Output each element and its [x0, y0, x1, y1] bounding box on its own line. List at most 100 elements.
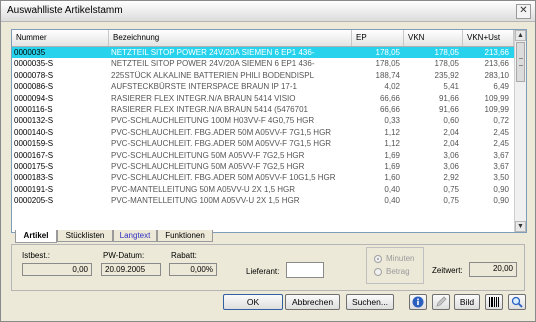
magnifier-icon	[511, 296, 523, 308]
cell-vkn-ust: 213,66	[484, 59, 509, 69]
tab-funktionen[interactable]: Funktionen	[157, 230, 213, 242]
column-header-nummer[interactable]: Nummer	[12, 30, 109, 46]
vertical-scrollbar[interactable]: ▲ ▼	[514, 30, 526, 232]
suchen-button[interactable]: Suchen...	[346, 294, 394, 310]
cell-ep: 178,05	[375, 59, 400, 69]
cell-vkn: 2,04	[443, 127, 459, 137]
column-header-vkn-ust[interactable]: VKN+Ust	[463, 30, 514, 46]
table-row[interactable]: 0000175-S PVC-SCHLAUCHLEITUNG 50M A05VV-F…	[12, 161, 514, 172]
cell-bezeichnung: PVC-MANTELLEITUNG 50M A05VV-U 2X 1,5 HGR	[111, 184, 296, 194]
cell-bezeichnung: AUFSTECKBÜRSTE INTERSPACE BRAUN IP 17-1	[111, 82, 297, 92]
close-icon[interactable]: ✕	[516, 4, 531, 19]
tab-stuecklisten[interactable]: Stücklisten	[57, 230, 113, 242]
cell-ep: 66,66	[379, 104, 400, 114]
cell-bezeichnung: PVC-MANTELLEITUNG 100M A05VV-U 2X 1,5 HG…	[111, 196, 300, 206]
table-row[interactable]: 0000035-S NETZTEIL SITOP POWER 24V/20A SI…	[12, 58, 514, 69]
table-row[interactable]: 0000132-S PVC-SCHLAUCHLEITUNG 100M H03VV-…	[12, 115, 514, 126]
cell-vkn-ust: 109,99	[484, 93, 509, 103]
info-button[interactable]	[409, 294, 427, 310]
cell-nummer: 0000094-S	[14, 93, 54, 103]
info-icon	[412, 296, 424, 308]
tab-artikel[interactable]: Artikel	[15, 230, 57, 243]
table-row[interactable]: 0000205-S PVC-MANTELLEITUNG 100M A05VV-U …	[12, 195, 514, 206]
cell-nummer: 0000140-S	[14, 127, 54, 137]
cell-vkn-ust: 2,45	[493, 127, 509, 137]
cell-vkn: 3,06	[443, 161, 459, 171]
zeitart-group	[366, 247, 424, 284]
cell-nummer: 0000205-S	[14, 196, 54, 206]
tab-langtext[interactable]: Langtext	[113, 230, 157, 242]
table-row[interactable]: 0000094-S RASIERER FLEX INTEGR.N/A BRAUN …	[12, 93, 514, 104]
cell-nummer: 0000191-S	[14, 184, 54, 194]
cell-vkn: 2,04	[443, 139, 459, 149]
cell-nummer: 0000175-S	[14, 161, 54, 171]
table-row[interactable]: 0000116-S RASIERER FLEX INTEGR.N/A BRAUN …	[12, 104, 514, 115]
lieferant-label: Lieferant:	[246, 267, 280, 276]
table-header: Nummer Bezeichnung EP VKN VKN+Ust	[12, 30, 514, 47]
cell-vkn-ust: 213,66	[484, 48, 509, 57]
radio-minuten-label: Minuten	[386, 254, 415, 263]
table-row[interactable]: 0000078-S 225STÜCK ALKALINE BATTERIEN PHI…	[12, 70, 514, 81]
zeitwert-label: Zeitwert:	[432, 266, 463, 275]
details-panel: Istbest.: 0,00 PW-Datum: 20.09.2005 Raba…	[11, 244, 525, 291]
table-row[interactable]: 0000191-S PVC-MANTELLEITUNG 50M A05VV-U 2…	[12, 184, 514, 195]
cell-ep: 1,12	[384, 127, 400, 137]
table-row[interactable]: 0000167-S PVC-SCHLAUCHLEITUNG 50M A05VV-F…	[12, 150, 514, 161]
window-title: Auswahlliste Artikelstamm	[7, 5, 123, 16]
cell-nummer: 0000078-S	[14, 70, 54, 80]
rabatt-field: 0,00%	[169, 263, 217, 276]
column-header-ep[interactable]: EP	[352, 30, 404, 46]
cell-vkn: 0,75	[443, 184, 459, 194]
scroll-thumb[interactable]	[516, 42, 525, 82]
scroll-up-icon[interactable]: ▲	[515, 30, 526, 41]
article-list-window: Auswahlliste Artikelstamm ✕ Nummer Bezei…	[0, 0, 536, 322]
cell-bezeichnung: PVC-SCHLAUCHLEITUNG 50M A05VV-F 7G2,5 HG…	[111, 161, 305, 171]
cell-ep: 0,40	[384, 184, 400, 194]
table-row[interactable]: 0000035 NETZTEIL SITOP POWER 24V/20A SIEM…	[12, 47, 514, 59]
cell-vkn: 235,92	[434, 70, 459, 80]
cell-bezeichnung: NETZTEIL SITOP POWER 24V/20A SIEMEN 6 EP…	[111, 59, 315, 69]
table-row[interactable]: 0000086-S AUFSTECKBÜRSTE INTERSPACE BRAUN…	[12, 81, 514, 92]
article-table[interactable]: Nummer Bezeichnung EP VKN VKN+Ust 000003…	[11, 29, 527, 233]
cell-bezeichnung: PVC-SCHLAUCHLEITUNG 100M H03VV-F 4G0,75 …	[111, 116, 315, 126]
search-button[interactable]	[508, 294, 526, 310]
cell-bezeichnung: RASIERER FLEX INTEGR.N/A BRAUN 5414 VISI…	[111, 93, 296, 103]
zeitwert-field: 20,00	[469, 262, 517, 277]
radio-betrag[interactable]	[374, 268, 382, 276]
ok-button[interactable]: OK	[223, 294, 283, 310]
cell-ep: 178,05	[375, 48, 400, 57]
cell-vkn-ust: 0,72	[493, 116, 509, 126]
cell-bezeichnung: PVC-SCHLAUCHLEIT. FBG.ADER 50M A05VV-F 7…	[111, 139, 332, 149]
cell-vkn-ust: 3,50	[493, 173, 509, 183]
scroll-down-icon[interactable]: ▼	[515, 221, 526, 232]
radio-minuten[interactable]	[374, 255, 382, 263]
rabatt-label: Rabatt:	[171, 251, 197, 260]
cell-vkn: 0,60	[443, 116, 459, 126]
cell-vkn: 91,66	[438, 104, 459, 114]
abbrechen-button[interactable]: Abbrechen	[285, 294, 340, 310]
cell-vkn: 178,05	[434, 59, 459, 69]
table-row[interactable]: 0000140-S PVC-SCHLAUCHLEIT. FBG.ADER 50M …	[12, 127, 514, 138]
disabled-action-button[interactable]	[432, 294, 450, 310]
cell-nummer: 0000167-S	[14, 150, 54, 160]
cell-bezeichnung: PVC-SCHLAUCHLEIT. FBG.ADER 50M A05VV-F 1…	[111, 173, 336, 183]
cell-bezeichnung: 225STÜCK ALKALINE BATTERIEN PHILI BODEND…	[111, 70, 315, 80]
table-row[interactable]: 0000159-S PVC-SCHLAUCHLEIT. FBG.ADER 50M …	[12, 138, 514, 149]
column-header-bezeichnung[interactable]: Bezeichnung	[109, 30, 352, 46]
istbest-field: 0,00	[22, 263, 92, 276]
cell-ep: 1,12	[384, 139, 400, 149]
column-header-vkn[interactable]: VKN	[404, 30, 463, 46]
cell-ep: 66,66	[379, 93, 400, 103]
cell-nummer: 0000035	[14, 48, 46, 57]
cell-ep: 1,60	[384, 173, 400, 183]
cell-vkn-ust: 283,10	[484, 70, 509, 80]
cell-nummer: 0000116-S	[14, 104, 53, 114]
cell-vkn: 3,06	[443, 150, 459, 160]
cell-vkn: 5,41	[443, 82, 459, 92]
cell-vkn-ust: 0,90	[493, 196, 509, 206]
lieferant-input[interactable]	[286, 262, 324, 278]
bild-button[interactable]: Bild	[454, 294, 480, 310]
cell-ep: 4,02	[384, 82, 400, 92]
barcode-button[interactable]	[485, 294, 503, 310]
table-row[interactable]: 0000183-S PVC-SCHLAUCHLEIT. FBG.ADER 50M …	[12, 172, 514, 183]
